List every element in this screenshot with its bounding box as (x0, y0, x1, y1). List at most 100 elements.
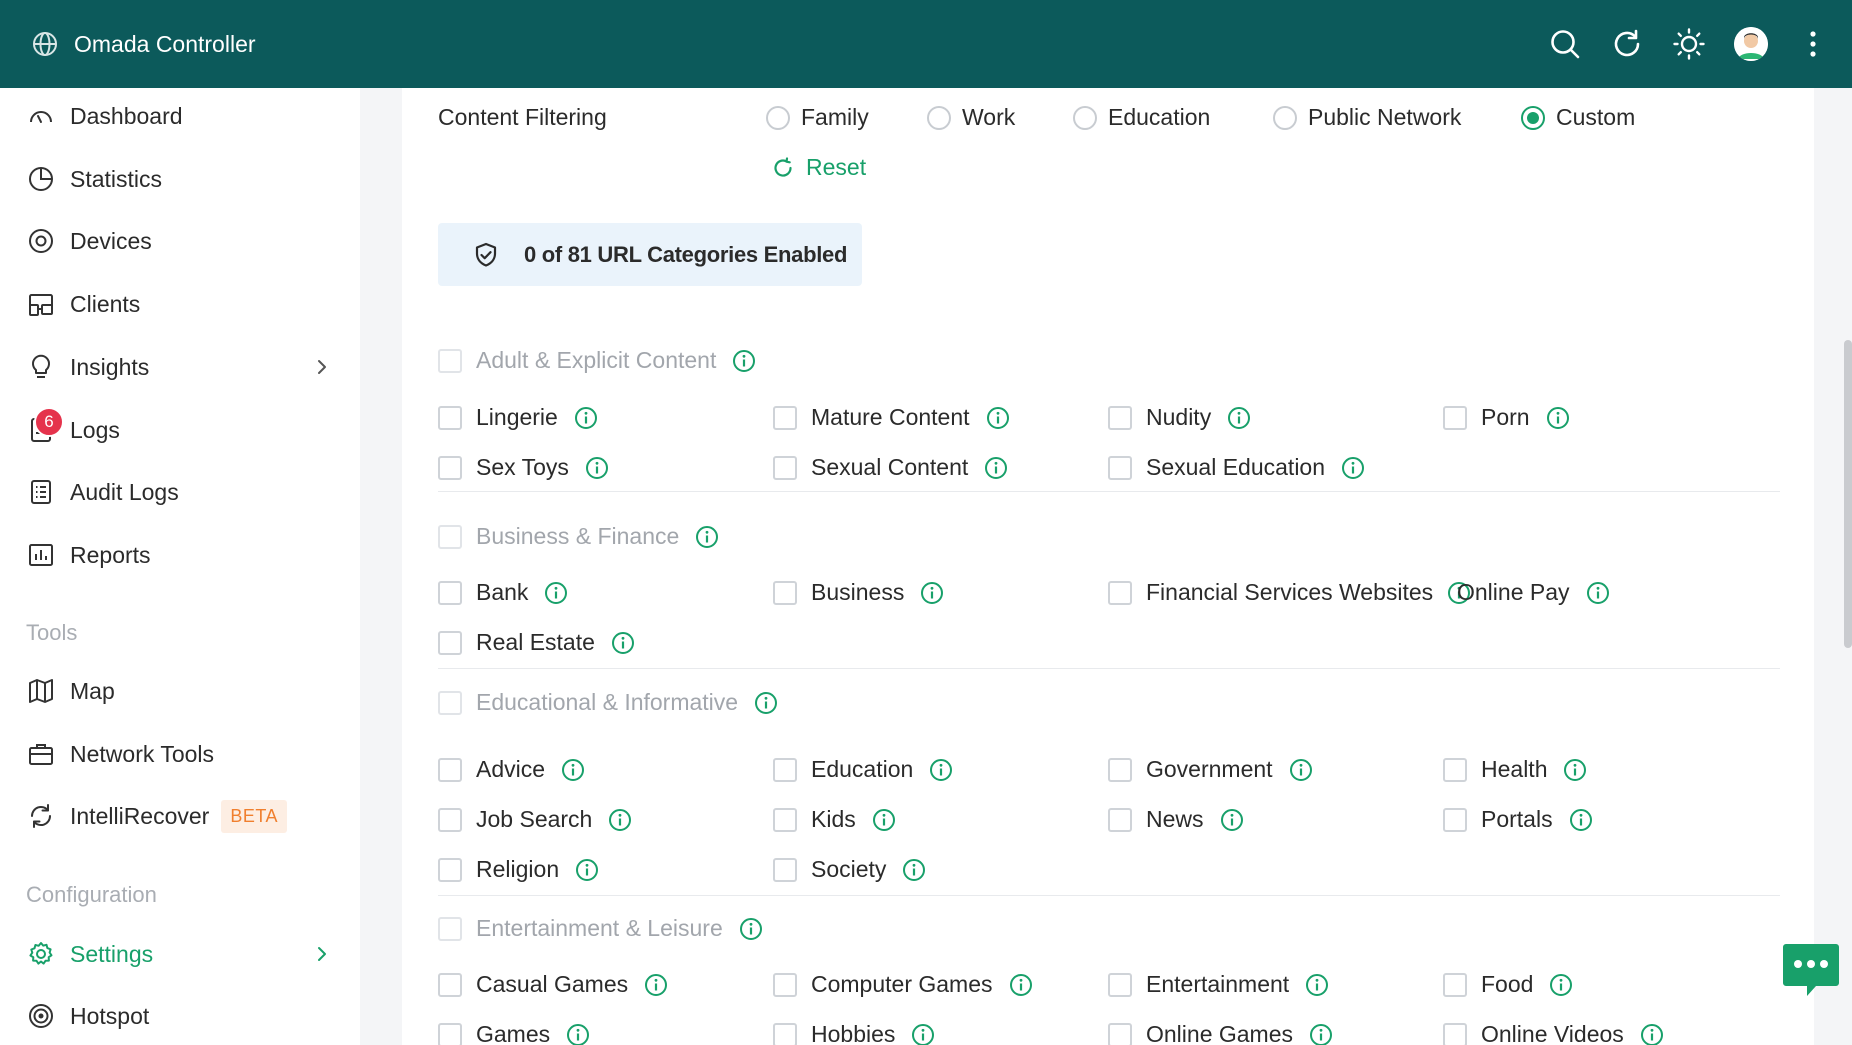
info-icon[interactable] (902, 858, 926, 882)
sidebar-item-reports[interactable]: Reports (26, 535, 346, 575)
item-checkbox[interactable] (438, 405, 462, 430)
item-checkbox[interactable] (773, 405, 797, 430)
more-menu-icon[interactable] (1796, 27, 1830, 61)
info-icon[interactable] (732, 349, 756, 373)
info-icon[interactable] (1640, 1023, 1664, 1045)
item-checkbox[interactable] (438, 580, 462, 605)
info-icon[interactable] (1227, 406, 1251, 430)
info-icon[interactable] (1341, 456, 1365, 480)
info-icon[interactable] (1220, 808, 1244, 832)
item-checkbox[interactable] (773, 455, 797, 480)
info-icon[interactable] (1305, 973, 1329, 997)
item-label: Online Pay (1457, 579, 1570, 605)
item-checkbox[interactable] (773, 757, 797, 782)
info-icon[interactable] (920, 581, 944, 605)
item-checkbox[interactable] (438, 455, 462, 480)
radio-family[interactable]: Family (766, 104, 869, 131)
sidebar-item-clients[interactable]: Clients (26, 284, 346, 324)
info-icon[interactable] (544, 581, 568, 605)
item-checkbox[interactable] (1443, 807, 1467, 832)
theme-sun-icon[interactable] (1672, 27, 1706, 61)
info-icon[interactable] (566, 1023, 590, 1045)
info-icon[interactable] (574, 406, 598, 430)
item-checkbox[interactable] (438, 972, 462, 997)
item-checkbox[interactable] (1443, 1022, 1467, 1045)
item-checkbox[interactable] (773, 1022, 797, 1045)
item-checkbox[interactable] (773, 857, 797, 882)
category-checkbox[interactable] (438, 524, 462, 549)
info-icon[interactable] (754, 691, 778, 715)
sidebar-item-insights[interactable]: Insights (26, 347, 346, 387)
sidebar-item-map[interactable]: Map (26, 671, 346, 711)
radio-circle[interactable] (1073, 105, 1097, 130)
user-avatar[interactable] (1734, 27, 1768, 61)
info-icon[interactable] (611, 631, 635, 655)
item-checkbox[interactable] (1443, 405, 1467, 430)
radio-circle[interactable] (1273, 105, 1297, 130)
radio-circle[interactable] (766, 105, 790, 130)
item-checkbox[interactable] (438, 857, 462, 882)
info-icon[interactable] (986, 406, 1010, 430)
item-checkbox[interactable] (1108, 455, 1132, 480)
sidebar-item-statistics[interactable]: Statistics (26, 159, 346, 199)
info-icon[interactable] (1289, 758, 1313, 782)
page-scrollbar[interactable] (1844, 340, 1852, 648)
radio-work[interactable]: Work (927, 104, 1015, 131)
sidebar-item-intellirecover[interactable]: IntelliRecover BETA (26, 796, 346, 836)
item-checkbox[interactable] (1108, 405, 1132, 430)
item-checkbox[interactable] (438, 757, 462, 782)
radio-education[interactable]: Education (1073, 104, 1210, 131)
refresh-icon[interactable] (1610, 27, 1644, 61)
category-checkbox[interactable] (438, 348, 462, 373)
sidebar-item-dashboard[interactable]: Dashboard (26, 96, 346, 136)
item-checkbox[interactable] (773, 580, 797, 605)
info-icon[interactable] (1009, 973, 1033, 997)
info-icon[interactable] (929, 758, 953, 782)
sidebar-item-audit-logs[interactable]: Audit Logs (26, 472, 346, 512)
info-icon[interactable] (644, 973, 668, 997)
category-checkbox[interactable] (438, 690, 462, 715)
reset-label: Reset (806, 154, 867, 180)
info-icon[interactable] (695, 525, 719, 549)
info-icon[interactable] (1563, 758, 1587, 782)
item-checkbox[interactable] (773, 807, 797, 832)
item-checkbox[interactable] (438, 807, 462, 832)
info-icon[interactable] (1569, 808, 1593, 832)
info-icon[interactable] (585, 456, 609, 480)
item-checkbox[interactable] (1108, 972, 1132, 997)
info-icon[interactable] (872, 808, 896, 832)
item-checkbox[interactable] (438, 1022, 462, 1045)
category-checkbox[interactable] (438, 916, 462, 941)
item-checkbox[interactable] (1443, 972, 1467, 997)
item-checkbox[interactable] (1108, 757, 1132, 782)
radio-public-network[interactable]: Public Network (1273, 104, 1461, 131)
item-checkbox[interactable] (1108, 1022, 1132, 1045)
sidebar-item-settings[interactable]: Settings (26, 934, 346, 974)
sidebar-item-network-tools[interactable]: Network Tools (26, 734, 346, 774)
reset-button[interactable]: Reset (772, 154, 866, 181)
sidebar-item-hotspot[interactable]: Hotspot (26, 996, 346, 1036)
info-icon[interactable] (911, 1023, 935, 1045)
info-icon[interactable] (1309, 1023, 1333, 1045)
radio-circle-selected[interactable] (1521, 105, 1545, 130)
info-icon[interactable] (1549, 973, 1573, 997)
chat-support-icon[interactable] (1782, 942, 1840, 998)
radio-custom[interactable]: Custom (1521, 104, 1635, 131)
search-icon[interactable] (1548, 27, 1582, 61)
brand[interactable]: Omada Controller (32, 31, 256, 58)
item-checkbox[interactable] (1108, 580, 1132, 605)
info-icon[interactable] (575, 858, 599, 882)
sidebar-item-logs[interactable]: 6 Logs (26, 407, 346, 450)
item-checkbox[interactable] (1108, 807, 1132, 832)
item-checkbox[interactable] (438, 630, 462, 655)
info-icon[interactable] (984, 456, 1008, 480)
info-icon[interactable] (739, 917, 763, 941)
info-icon[interactable] (608, 808, 632, 832)
item-checkbox[interactable] (773, 972, 797, 997)
radio-circle[interactable] (927, 105, 951, 130)
sidebar-item-devices[interactable]: Devices (26, 221, 346, 261)
info-icon[interactable] (1586, 581, 1610, 605)
info-icon[interactable] (1546, 406, 1570, 430)
info-icon[interactable] (561, 758, 585, 782)
item-checkbox[interactable] (1443, 757, 1467, 782)
